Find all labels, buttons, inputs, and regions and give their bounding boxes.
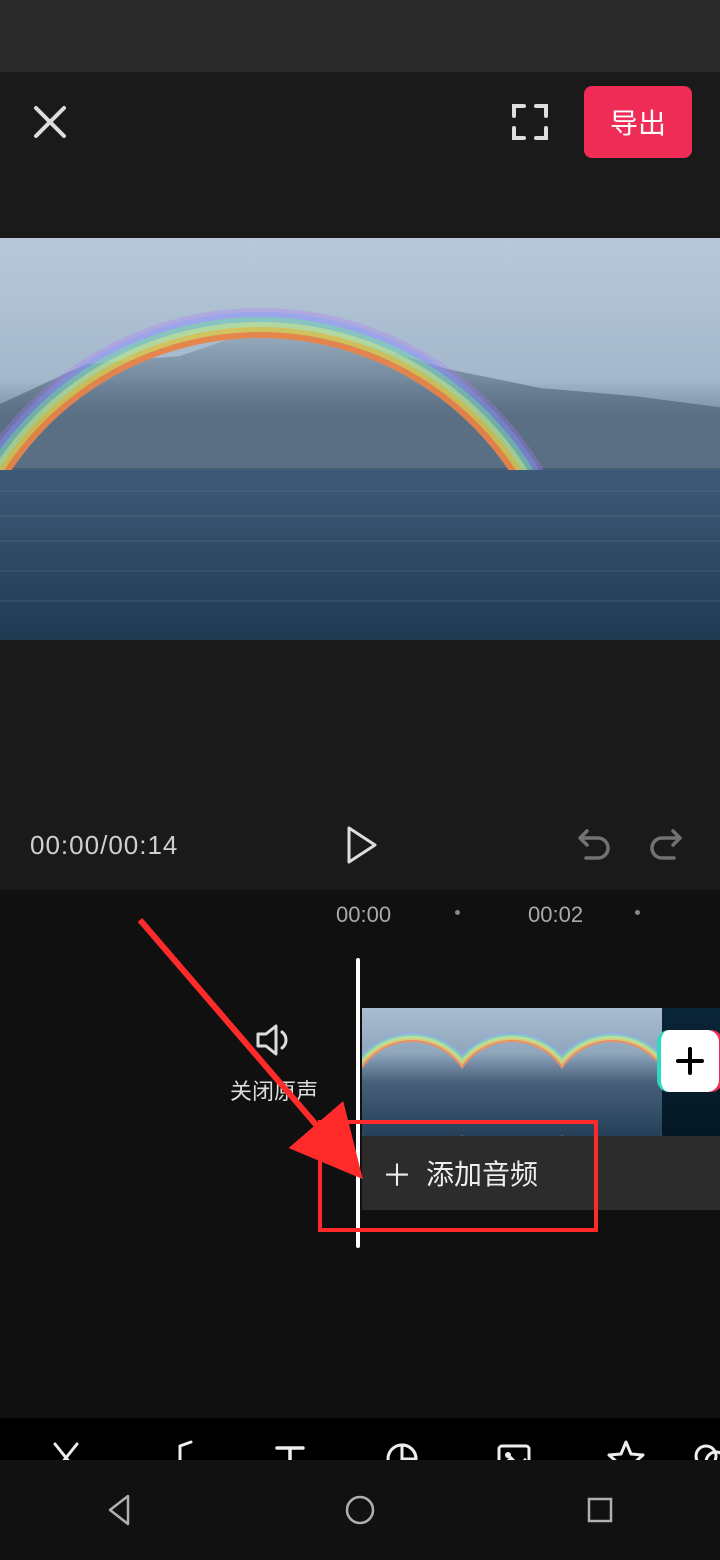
undo-button[interactable] — [570, 824, 612, 866]
time-counter: 00:00/00:14 — [30, 830, 178, 861]
total-time: 00:14 — [108, 830, 178, 860]
export-button[interactable]: 导出 — [584, 86, 692, 158]
play-button[interactable] — [337, 822, 383, 868]
mute-label: 关闭原声 — [230, 1074, 318, 1106]
clip-thumbnail[interactable] — [462, 1008, 562, 1136]
add-clip-button[interactable] — [657, 1030, 719, 1092]
preview-bottom-gap — [0, 640, 720, 800]
fullscreen-button[interactable] — [508, 100, 552, 144]
video-preview[interactable] — [0, 238, 720, 640]
close-button[interactable] — [28, 100, 72, 144]
nav-back-button[interactable] — [100, 1490, 140, 1530]
clip-thumbnail[interactable] — [362, 1008, 462, 1136]
ruler-mark: 00:02 — [528, 902, 583, 928]
clip-thumbnail[interactable] — [562, 1008, 662, 1136]
top-bar: 导出 — [0, 72, 720, 172]
preview-top-gap — [0, 172, 720, 238]
plus-icon: ＋ — [382, 1151, 412, 1195]
nav-home-button[interactable] — [340, 1490, 380, 1530]
timeline[interactable]: 关闭原声 ＋ 添加音频 — [0, 938, 720, 1358]
system-nav-bar — [0, 1460, 720, 1560]
status-bar — [0, 0, 720, 72]
ruler-tick — [635, 910, 640, 915]
ruler-mark: 00:00 — [336, 902, 391, 928]
add-audio-label: 添加音频 — [426, 1153, 538, 1193]
playback-controls: 00:00/00:14 — [0, 800, 720, 890]
current-time: 00:00 — [30, 830, 100, 860]
ruler-tick — [455, 910, 460, 915]
timeline-gap — [0, 1358, 720, 1418]
timeline-ruler[interactable]: 00:00 00:02 — [0, 890, 720, 938]
add-audio-button[interactable]: ＋ 添加音频 — [362, 1136, 720, 1210]
mute-original-button[interactable]: 关闭原声 — [230, 1018, 318, 1106]
nav-recent-button[interactable] — [580, 1490, 620, 1530]
playhead[interactable] — [356, 958, 360, 1248]
redo-button[interactable] — [648, 824, 690, 866]
